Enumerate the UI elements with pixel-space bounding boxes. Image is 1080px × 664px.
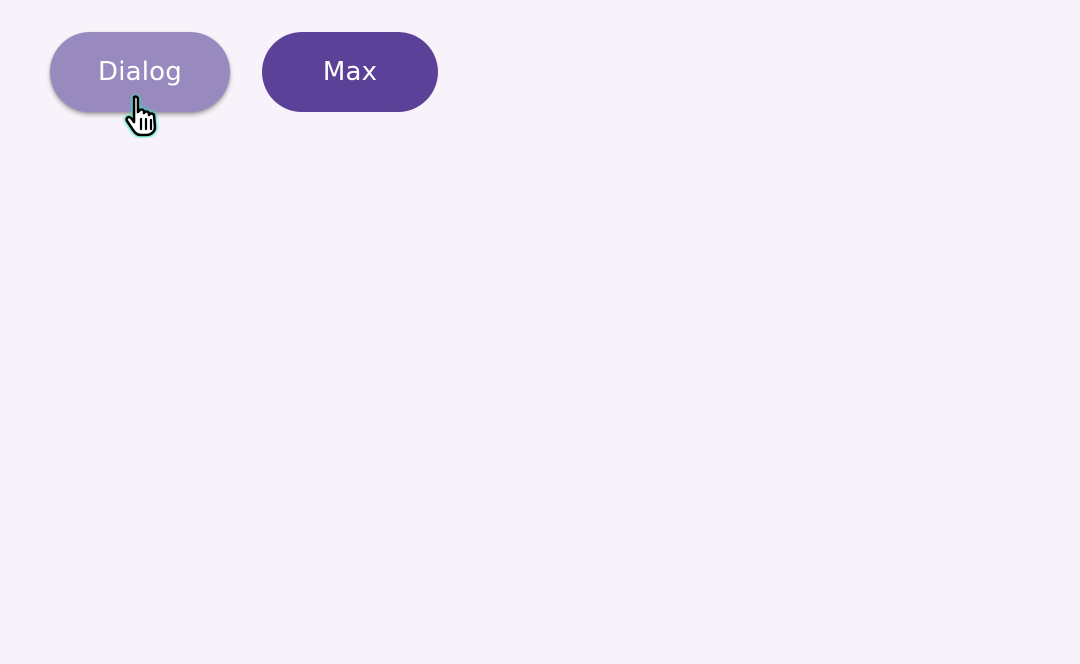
max-button[interactable]: Max bbox=[262, 32, 438, 112]
button-row: Dialog Max bbox=[50, 32, 438, 112]
hand-pointer-icon bbox=[125, 95, 157, 137]
